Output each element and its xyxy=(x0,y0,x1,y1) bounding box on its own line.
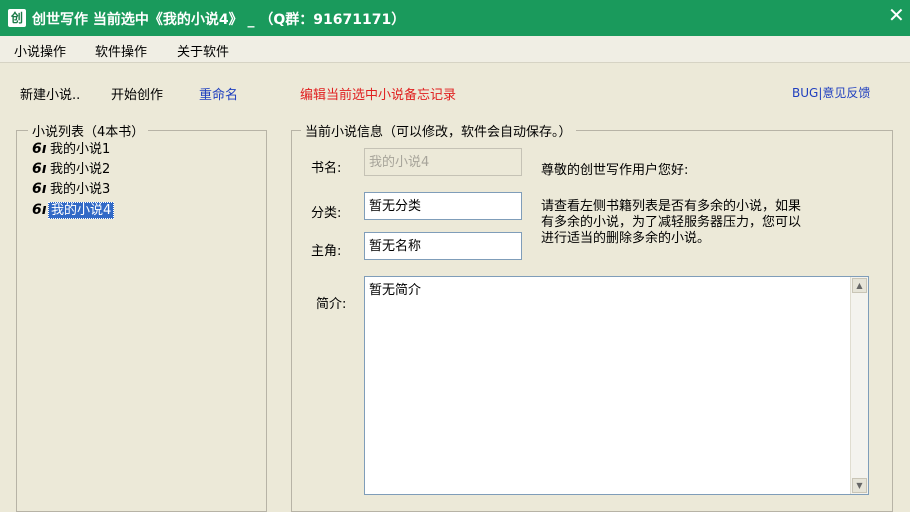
list-item[interactable]: 6ı 我的小说4 xyxy=(32,201,115,219)
list-item[interactable]: 6ı 我的小说3 xyxy=(32,180,112,198)
notice-line: 有多余的小说，为了减轻服务器压力，您可以 xyxy=(541,215,802,230)
title-bar: 创 创世写作 当前选中《我的小说4》 _ （Q群：91671171） ✕ xyxy=(0,0,910,36)
rename-link[interactable]: 重命名 xyxy=(199,84,238,103)
novel-info-title: 当前小说信息（可以修改，软件会自动保存。） xyxy=(301,121,576,140)
book-icon: 6ı xyxy=(32,141,47,157)
menu-novel-ops[interactable]: 小说操作 xyxy=(14,41,66,60)
intro-textarea[interactable]: 暂无简介 ▲ ▼ xyxy=(364,276,869,495)
intro-scrollbar[interactable]: ▲ ▼ xyxy=(850,277,868,494)
category-label: 分类: xyxy=(311,206,342,221)
notice-line: 请查看左侧书籍列表是否有多余的小说，如果 xyxy=(541,199,802,214)
book-icon: 6ı xyxy=(32,202,47,218)
start-writing-link[interactable]: 开始创作 xyxy=(111,84,163,103)
scroll-up-icon[interactable]: ▲ xyxy=(852,278,867,293)
book-icon: 6ı xyxy=(32,161,47,177)
book-icon: 6ı xyxy=(32,181,47,197)
list-item[interactable]: 6ı 我的小说1 xyxy=(32,140,112,158)
scroll-down-icon[interactable]: ▼ xyxy=(852,478,867,493)
intro-text: 暂无简介 xyxy=(369,283,422,298)
greeting-text: 尊敬的创世写作用户您好: xyxy=(541,163,689,178)
novel-list-title: 小说列表（4本书） xyxy=(28,121,149,140)
window-title: 创世写作 当前选中《我的小说4》 _ （Q群：91671171） xyxy=(32,12,406,28)
menu-bar: 小说操作 软件操作 关于软件 xyxy=(0,36,910,63)
intro-label: 简介: xyxy=(316,297,347,312)
menu-about[interactable]: 关于软件 xyxy=(177,41,229,60)
new-novel-link[interactable]: 新建小说.. xyxy=(20,84,80,103)
close-icon[interactable]: ✕ xyxy=(888,3,905,27)
edit-notes-link[interactable]: 编辑当前选中小说备忘记录 xyxy=(300,84,456,103)
app-icon: 创 xyxy=(8,9,26,27)
book-name-field: 我的小说4 xyxy=(364,148,522,176)
book-name-label: 书名: xyxy=(311,161,342,176)
menu-software-ops[interactable]: 软件操作 xyxy=(95,41,147,60)
protagonist-label: 主角: xyxy=(311,244,342,259)
bug-feedback-link[interactable]: BUG|意见反馈 xyxy=(792,84,870,101)
list-item[interactable]: 6ı 我的小说2 xyxy=(32,160,112,178)
notice-line: 进行适当的删除多余的小说。 xyxy=(541,231,711,246)
category-field[interactable]: 暂无分类 xyxy=(364,192,522,220)
protagonist-field[interactable]: 暂无名称 xyxy=(364,232,522,260)
